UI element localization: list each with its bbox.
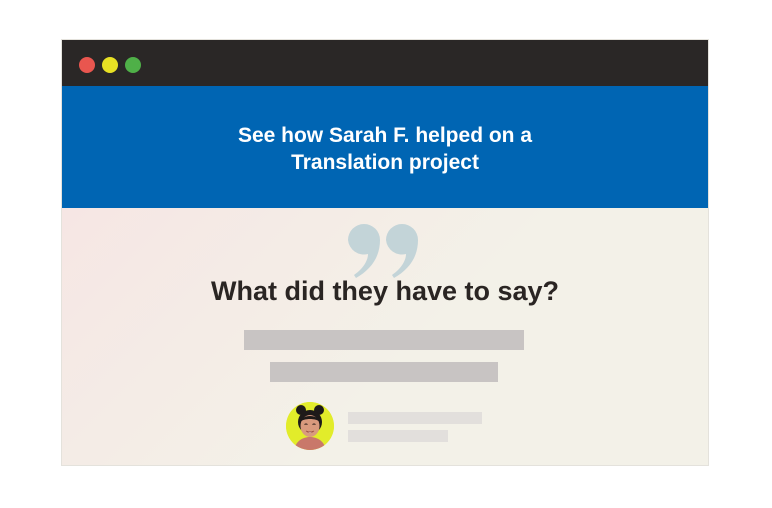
banner-title-line-1: See how Sarah F. helped on a (237, 124, 533, 147)
person-icon (286, 402, 334, 450)
user-avatar (286, 402, 334, 450)
maximize-window-button[interactable] (125, 57, 141, 73)
close-window-button[interactable] (79, 57, 95, 73)
testimonial-heading: What did they have to say? (210, 276, 560, 306)
banner-title-line-2: Translation project (291, 151, 479, 174)
testimonial-text-placeholder-1 (244, 330, 524, 350)
project-banner: See how Sarah F. helped on a Translation… (62, 86, 708, 208)
author-role-placeholder (348, 430, 448, 442)
banner-title: See how Sarah F. helped on a Translation… (122, 122, 648, 176)
window-titlebar (62, 40, 708, 86)
minimize-window-button[interactable] (102, 57, 118, 73)
browser-window: See how Sarah F. helped on a Translation… (62, 40, 708, 465)
testimonial-text-placeholder-2 (270, 362, 498, 382)
quote-icon (348, 224, 418, 278)
author-name-placeholder (348, 412, 482, 424)
testimonial-section: What did they have to say? (62, 208, 708, 465)
